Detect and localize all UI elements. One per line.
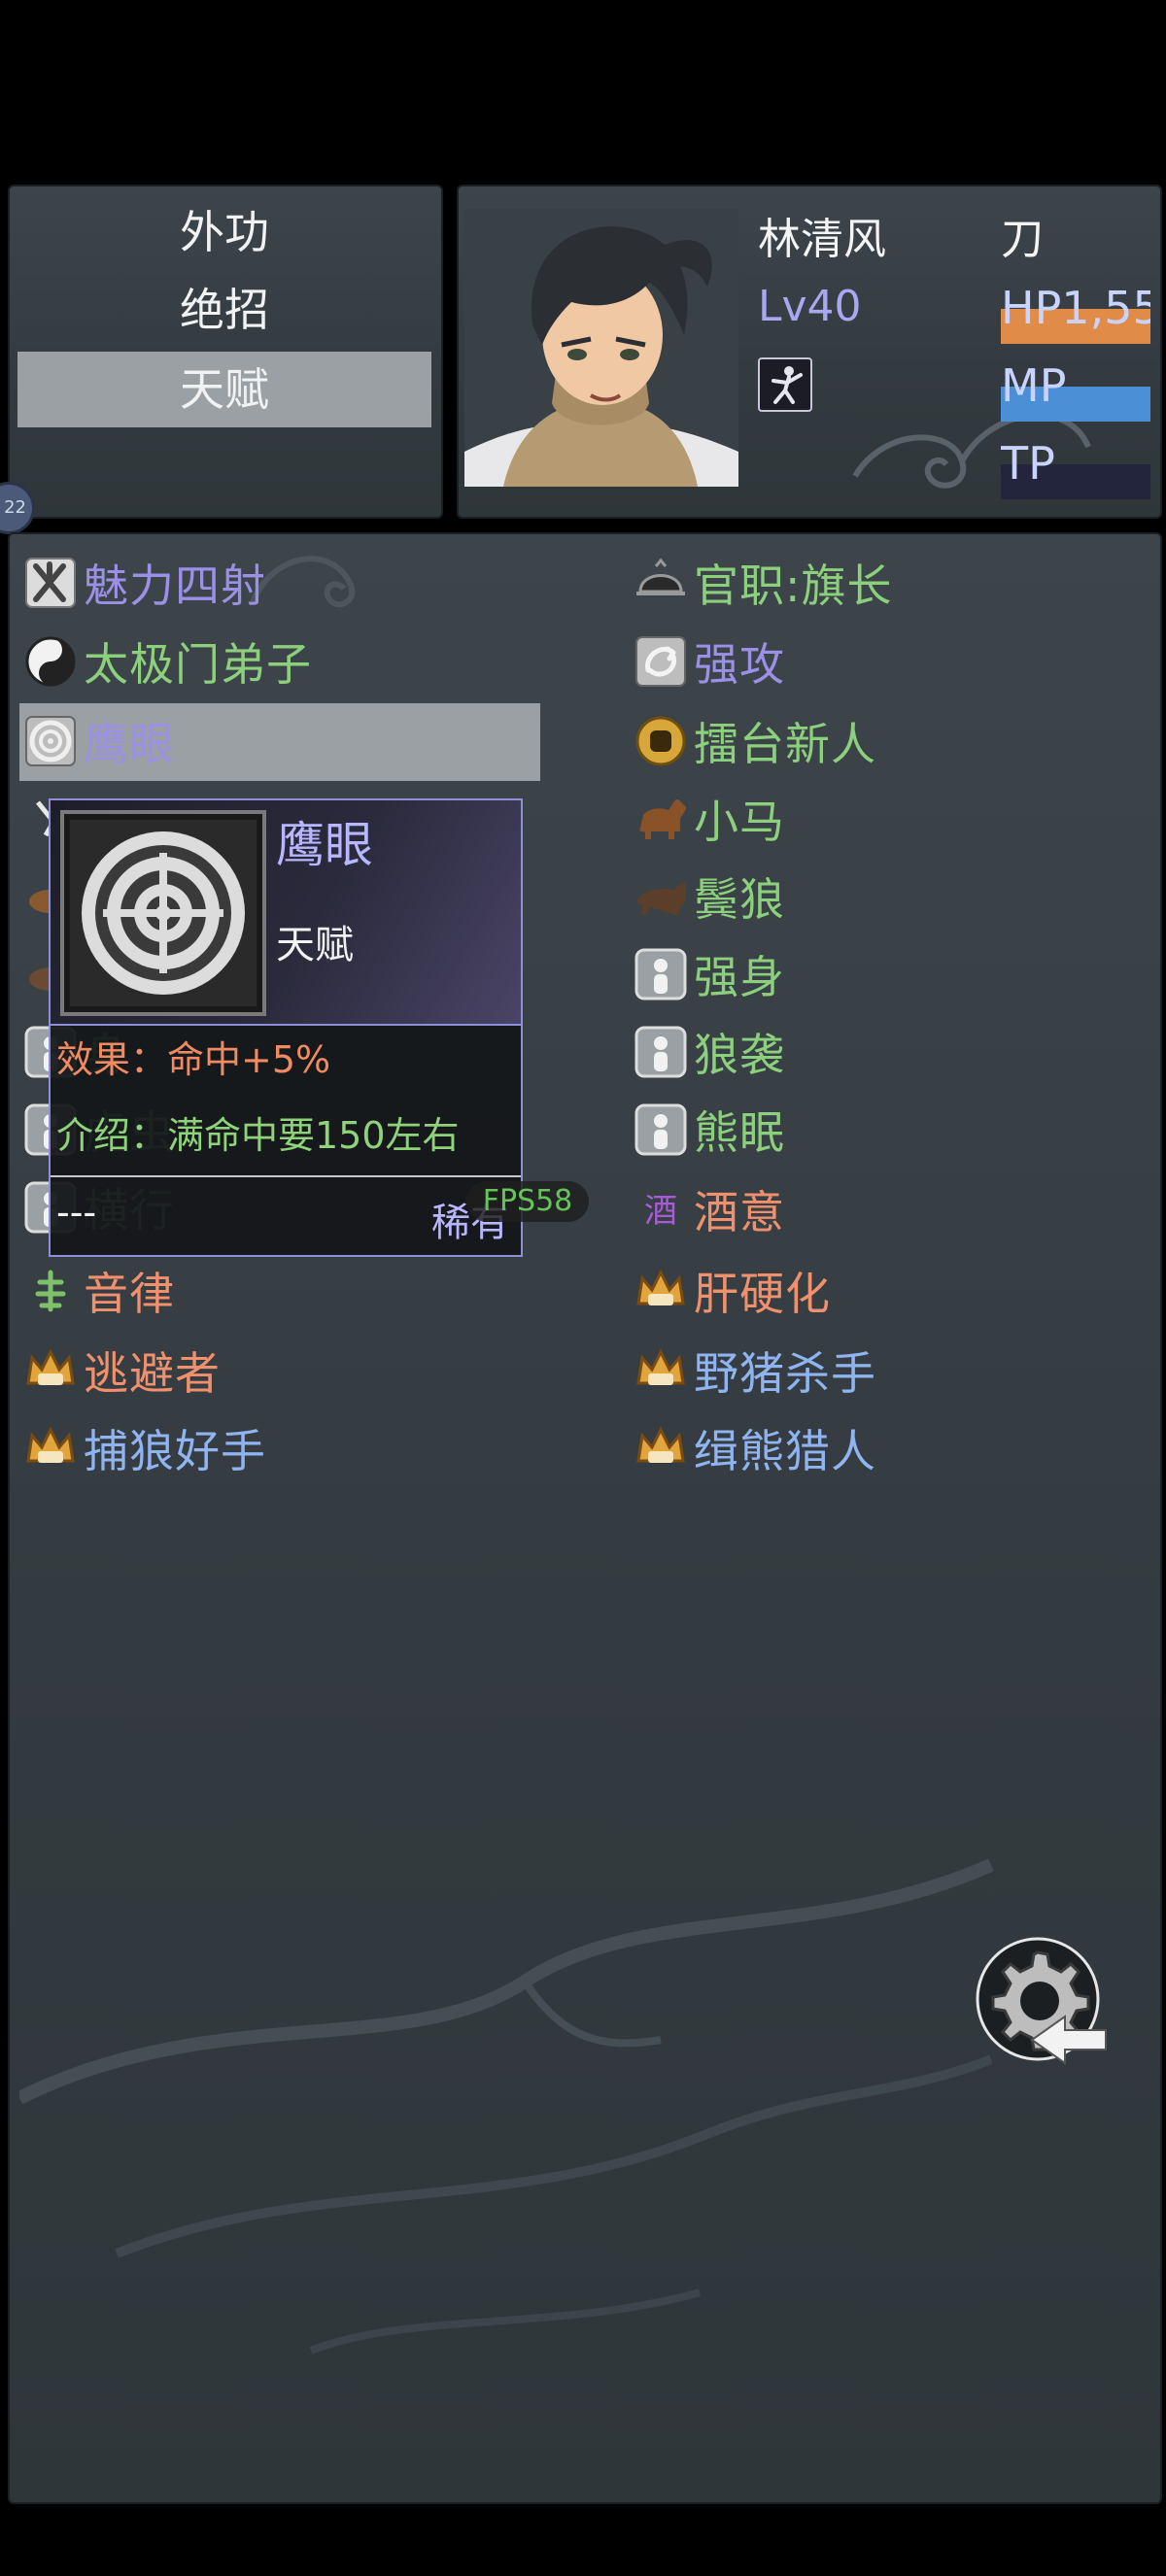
talent-label: 捕狼好手 [84, 1425, 266, 1477]
swirl-icon [634, 634, 688, 689]
talent-right-11[interactable]: 缉熊猎人 [634, 1414, 876, 1482]
talent-label: 酒意 [694, 1186, 785, 1238]
talent-label: 野猪杀手 [694, 1347, 876, 1400]
tooltip-intro: 介绍：满命中要150左右 [56, 1114, 460, 1157]
helmet-icon [634, 556, 688, 610]
character-level: Lv40 [758, 282, 862, 331]
talent-right-3[interactable]: 小马 [634, 785, 785, 853]
talent-right-2[interactable]: 擂台新人 [634, 707, 876, 775]
person-icon [634, 947, 688, 1001]
talent-right-1[interactable]: 强攻 [634, 627, 785, 695]
person-icon [634, 1025, 688, 1079]
tooltip-type: 天赋 [276, 923, 354, 967]
talent-right-5[interactable]: 强身 [634, 940, 785, 1008]
talent-label: 肝硬化 [694, 1268, 831, 1320]
crown-icon [634, 1264, 688, 1318]
menu-item-tianfu[interactable]: 天赋 [17, 352, 431, 427]
mp-label: MP [1001, 359, 1067, 412]
talent-right-9[interactable]: 肝硬化 [634, 1257, 831, 1325]
crown-icon [634, 1343, 688, 1398]
talent-label: 擂台新人 [694, 718, 876, 770]
tooltip-title: 鹰眼 [276, 817, 373, 873]
hp-label: HP1,55 [1001, 282, 1150, 334]
svg-text:酒: 酒 [644, 1192, 677, 1231]
target-icon [60, 810, 266, 1016]
weapon-type: 刀 [1001, 215, 1044, 264]
tooltip-footer-left: --- [56, 1191, 97, 1234]
talent-left-11[interactable]: 捕狼好手 [23, 1414, 266, 1482]
martial-artist-icon [758, 357, 812, 412]
talent-left-2[interactable]: 鹰眼 [23, 707, 175, 775]
character-portrait [464, 209, 738, 487]
crown-icon [23, 1343, 78, 1398]
talent-label: 音律 [84, 1268, 175, 1320]
crown-icon [634, 1421, 688, 1475]
character-name: 林清风 [758, 215, 886, 264]
charm-icon [23, 556, 78, 610]
menu-item-waigong[interactable]: 外功 [17, 194, 431, 270]
fist-icon [634, 714, 688, 768]
target-icon [23, 714, 78, 768]
talent-label: 官职:旗长 [694, 559, 893, 612]
wolf-icon [634, 869, 688, 924]
tooltip-divider [51, 1175, 521, 1177]
fps-counter: FPS58 [466, 1181, 589, 1222]
talent-label: 逃避者 [84, 1347, 221, 1400]
talent-label: 强身 [694, 951, 785, 1003]
talent-left-9[interactable]: 音律 [23, 1257, 175, 1325]
talent-label: 小马 [694, 796, 785, 848]
talent-left-1[interactable]: 太极门弟子 [23, 627, 312, 695]
talent-left-10[interactable]: 逃避者 [23, 1337, 221, 1405]
talent-label: 魅力四射 [84, 559, 266, 612]
music-icon [23, 1264, 78, 1318]
tp-label: TP [1001, 437, 1055, 490]
talent-right-10[interactable]: 野猪杀手 [634, 1337, 876, 1405]
talent-right-6[interactable]: 狼袭 [634, 1018, 785, 1086]
wine-icon: 酒 [634, 1182, 688, 1237]
talent-left-0[interactable]: 魅力四射 [23, 549, 266, 617]
talent-label: 强攻 [694, 638, 785, 691]
person-icon [634, 1102, 688, 1157]
crown-icon [23, 1421, 78, 1475]
talent-right-4[interactable]: 鬓狼 [634, 863, 785, 931]
talent-label: 鬓狼 [694, 873, 785, 926]
talent-label: 太极门弟子 [84, 638, 312, 691]
talent-right-8[interactable]: 酒 酒意 [634, 1175, 785, 1243]
talent-label: 缉熊猎人 [694, 1425, 876, 1477]
gear-back-icon [976, 1937, 1107, 2065]
settings-back-button[interactable] [972, 1933, 1110, 2071]
horse-icon [634, 792, 688, 846]
talent-label: 鹰眼 [84, 718, 175, 770]
tooltip-effect: 效果：命中+5% [56, 1038, 331, 1081]
talent-label: 狼袭 [694, 1029, 785, 1081]
taiji-icon [23, 634, 78, 689]
talent-right-7[interactable]: 熊眠 [634, 1096, 785, 1164]
menu-item-juezhao[interactable]: 绝招 [17, 272, 431, 348]
talent-label: 熊眠 [694, 1106, 785, 1159]
talent-right-0[interactable]: 官职:旗长 [634, 549, 893, 617]
talent-tooltip: 鹰眼 天赋 效果：命中+5% 介绍：满命中要150左右 --- 稀有 [49, 798, 523, 1257]
